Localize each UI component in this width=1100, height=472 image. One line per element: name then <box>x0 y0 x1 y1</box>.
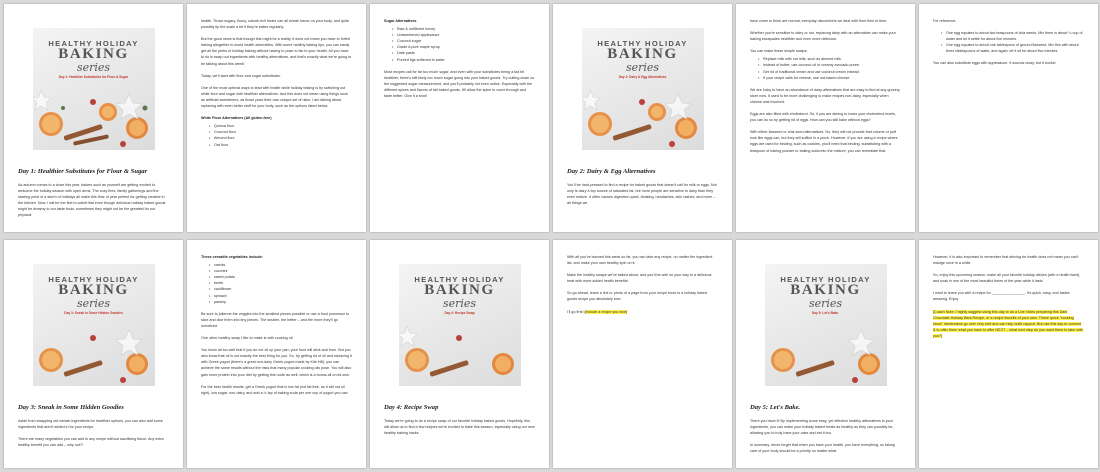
page-6: For reference: One egg equates to about … <box>919 4 1098 232</box>
cover-title-3: series <box>76 61 111 75</box>
page-10: With all you've learned this week so far… <box>553 240 732 468</box>
day-title: Day 5: Let's Bake. <box>750 404 801 411</box>
paragraph: Whether you're sensitive to dairy or not… <box>750 31 896 42</box>
section-heading: Sugar Alternatives <box>384 19 417 23</box>
page-7: HEALTHY HOLIDAY BAKING series Day 3: Sne… <box>4 240 183 468</box>
page-8: These versatile vegetables include: carr… <box>187 240 366 468</box>
list-item: parsnip <box>209 299 352 305</box>
cover-subtitle: Day 2: Dairy & Egg Alternatives <box>618 75 667 80</box>
paragraph: I'll go first! [include a recipe you lov… <box>567 309 718 315</box>
paragraph: As autumn comes to a close this year, ba… <box>18 183 166 218</box>
highlight-text: [Coach Note: I highly suggest using this… <box>933 309 1083 338</box>
paragraph: We are lucky to have an abundance of dai… <box>750 87 900 104</box>
paragraph: Eggs are also filled with cholesterol. S… <box>750 112 896 123</box>
list: Replace milk with nut milk, such as almo… <box>758 56 901 80</box>
cover-title-2: BAKING <box>790 282 861 299</box>
cover-title-2: BAKING <box>607 46 678 63</box>
cover-image: HEALTHY HOLIDAY BAKING series Day 2: Dai… <box>581 28 704 150</box>
list: Raw & unfiltered honey Unsweetened apple… <box>392 26 535 63</box>
list-item: Oat flour <box>209 142 352 148</box>
list: carrots zucchini sweet potato beets caul… <box>209 262 352 305</box>
paragraph: Aside from swapping out certain ingredie… <box>18 419 163 430</box>
paragraph: You know all too well that if you do not… <box>201 348 352 377</box>
page-11: HEALTHY HOLIDAY BAKING series Day 5: Let… <box>736 240 915 468</box>
paragraph: In summary, never forget that when you h… <box>750 443 895 454</box>
highlight-text: [include a recipe you love] <box>584 309 628 314</box>
cover-image: HEALTHY HOLIDAY BAKING series Day 5: Let… <box>764 264 887 386</box>
page-9: HEALTHY HOLIDAY BAKING series Day 4: Rec… <box>370 240 549 468</box>
paragraph: Most recipes call for far too much sugar… <box>384 69 535 99</box>
page-12: However, it is also important to remembe… <box>919 240 1098 468</box>
cover-subtitle: Day 3: Sneak in Some Hidden Goodies <box>64 311 123 316</box>
page-5: have come to think are normal, everyday … <box>736 4 915 232</box>
cover-title-3: series <box>625 61 660 75</box>
cover-image: HEALTHY HOLIDAY BAKING series Day 4: Rec… <box>398 264 521 386</box>
cover-image: HEALTHY HOLIDAY BAKING series Day 3: Sne… <box>32 264 155 386</box>
section-heading: These versatile vegetables include: <box>201 255 263 259</box>
paragraph: So go ahead, leave a link or photo of a … <box>567 291 708 302</box>
day-title: Day 4: Recipe Swap <box>384 404 439 411</box>
paragraph: have come to think are normal, everyday … <box>750 19 888 23</box>
list-item: Pureed figs softened in water <box>392 57 535 63</box>
paragraph: I want to leave you with a recipe for __… <box>933 291 1070 302</box>
paragraph: Be sure to julienne the veggies into the… <box>201 311 350 328</box>
paragraph: With all you've learned this week so far… <box>567 255 713 266</box>
cover-subtitle: Day 5: Let's Bake. <box>811 311 840 316</box>
paragraph: Today, we'll start with flour and sugar … <box>201 73 281 78</box>
paragraph: However, it is also important to remembe… <box>933 255 1079 266</box>
paragraph: You'll be hard-pressed to find a recipe … <box>567 183 717 206</box>
paragraph: One of the most optimal ways to lead wit… <box>201 85 348 109</box>
paragraph: One other healthy swap I like to make is… <box>201 336 294 341</box>
highlight-prefix: I'll go first! <box>567 309 585 314</box>
coach-note: [Coach Note: I highly suggest using this… <box>933 309 1084 339</box>
list-item: If your recipe calls for cheese, use nut… <box>758 75 901 81</box>
paragraph: You can also substitute eggs with apples… <box>933 61 1056 66</box>
paragraph: With either flaxseed or chia seed altern… <box>750 130 898 153</box>
cover-title-2: BAKING <box>58 46 129 63</box>
page-3: Sugar Alternatives Raw & unfiltered hone… <box>370 4 549 232</box>
paragraph: You can make these simple swaps: <box>750 49 808 54</box>
cover-title-3: series <box>808 297 843 311</box>
list: One egg equates to about two teaspoons o… <box>941 30 1084 54</box>
cover-title-3: series <box>76 297 111 311</box>
paragraph: health. Those sugary, floury, calorie-ri… <box>201 19 349 30</box>
list-item: One egg equates to about one tablespoon … <box>941 42 1084 54</box>
paragraph: Make the healthy swaps we've talked abou… <box>567 273 712 284</box>
section-heading: White Flour Alternatives (All gluten-fre… <box>201 116 272 121</box>
day-title: Day 2: Dairy & Egg Alternatives <box>567 168 656 175</box>
cover-title-2: BAKING <box>424 282 495 299</box>
page-2: health. Those sugary, floury, calorie-ri… <box>187 4 366 232</box>
cover-title-2: BAKING <box>58 282 129 299</box>
day-title: Day 3: Sneak in Some Hidden Goodies <box>18 404 124 411</box>
page-1: HEALTHY HOLIDAY BAKING series Day 1: Hea… <box>4 4 183 232</box>
paragraph: For reference: <box>933 19 957 23</box>
day-title: Day 1: Healthier Substitutes for Flour &… <box>18 168 148 175</box>
cover-image: HEALTHY HOLIDAY BAKING series Day 1: Hea… <box>32 28 155 150</box>
page-4: HEALTHY HOLIDAY BAKING series Day 2: Dai… <box>553 4 732 232</box>
paragraph: For the best health results, get a Greek… <box>201 384 349 395</box>
paragraph: Today we're going to do a recipe swap of… <box>384 419 535 436</box>
paragraph: But the good news is that though this mi… <box>201 37 352 66</box>
paragraph: There are many vegetables you can add to… <box>18 437 164 448</box>
cover-title-3: series <box>442 297 477 311</box>
list-item: One egg equates to about two teaspoons o… <box>941 30 1084 42</box>
cover-subtitle: Day 4: Recipe Swap <box>444 311 475 316</box>
list: Quinoa flour Coconut flour Almond flour … <box>209 123 352 147</box>
paragraph: There you have it! By implementing some … <box>750 419 894 436</box>
cover-subtitle: Day 1: Healthier Substitutes for Flour &… <box>58 75 129 80</box>
paragraph: So, enjoy this upcoming season, make all… <box>933 273 1081 284</box>
